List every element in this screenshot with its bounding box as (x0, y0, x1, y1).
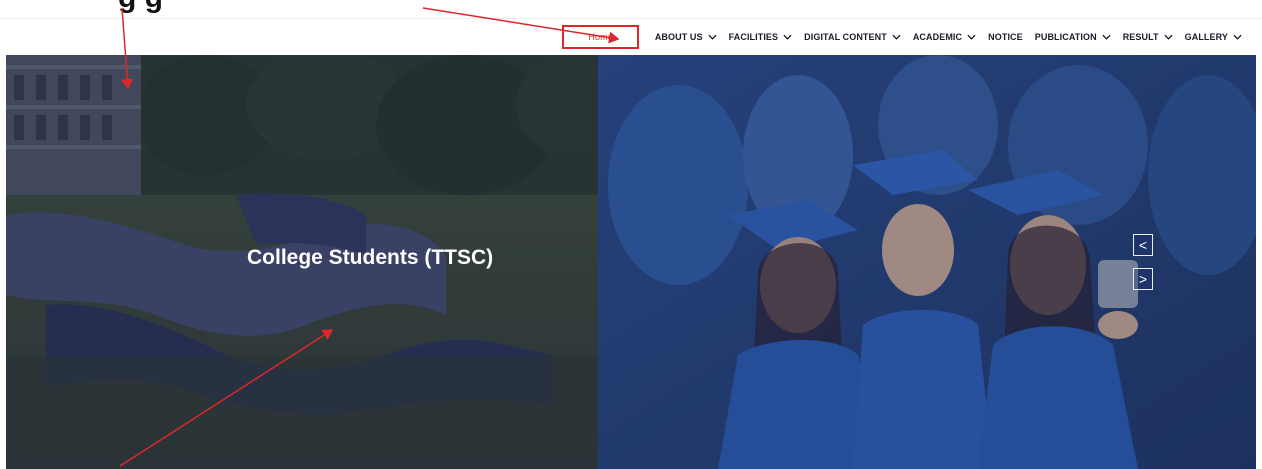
chevron-down-icon (783, 34, 792, 40)
nav-item-home[interactable]: Home (562, 25, 639, 49)
chevron-down-icon (708, 34, 717, 40)
nav-item-publication[interactable]: PUBLICATION (1029, 25, 1117, 49)
graduation-photo (598, 55, 1256, 469)
cut-off-caption: g g (118, 0, 163, 15)
chevron-left-icon: < (1138, 237, 1148, 253)
slider-prev-button[interactable]: < (1133, 234, 1153, 256)
nav-menu: Home ABOUT US FACILITIES DIGITAL CONTENT… (562, 25, 1248, 49)
nav-item-facilities[interactable]: FACILITIES (723, 25, 799, 49)
slider-next-button[interactable]: > (1133, 268, 1153, 290)
nav-item-gallery[interactable]: GALLERY (1179, 25, 1248, 49)
chevron-down-icon (1233, 34, 1242, 40)
nav-item-academic[interactable]: ACADEMIC (907, 25, 982, 49)
chevron-down-icon (892, 34, 901, 40)
nav-item-result[interactable]: RESULT (1117, 25, 1179, 49)
main-navbar: Home ABOUT US FACILITIES DIGITAL CONTENT… (0, 18, 1262, 56)
chevron-down-icon (1164, 34, 1173, 40)
top-caption-strip: g g (0, 0, 1262, 18)
chevron-right-icon: > (1138, 271, 1148, 287)
nav-item-notice[interactable]: NOTICE (982, 25, 1029, 49)
nav-item-digital-content[interactable]: DIGITAL CONTENT (798, 25, 907, 49)
nav-item-about-us[interactable]: ABOUT US (649, 25, 723, 49)
hero-title: College Students (TTSC) (247, 246, 494, 269)
chevron-down-icon (967, 34, 976, 40)
hero-slider: College Students (TTSC) < > (6, 55, 1256, 469)
chevron-down-icon (1102, 34, 1111, 40)
